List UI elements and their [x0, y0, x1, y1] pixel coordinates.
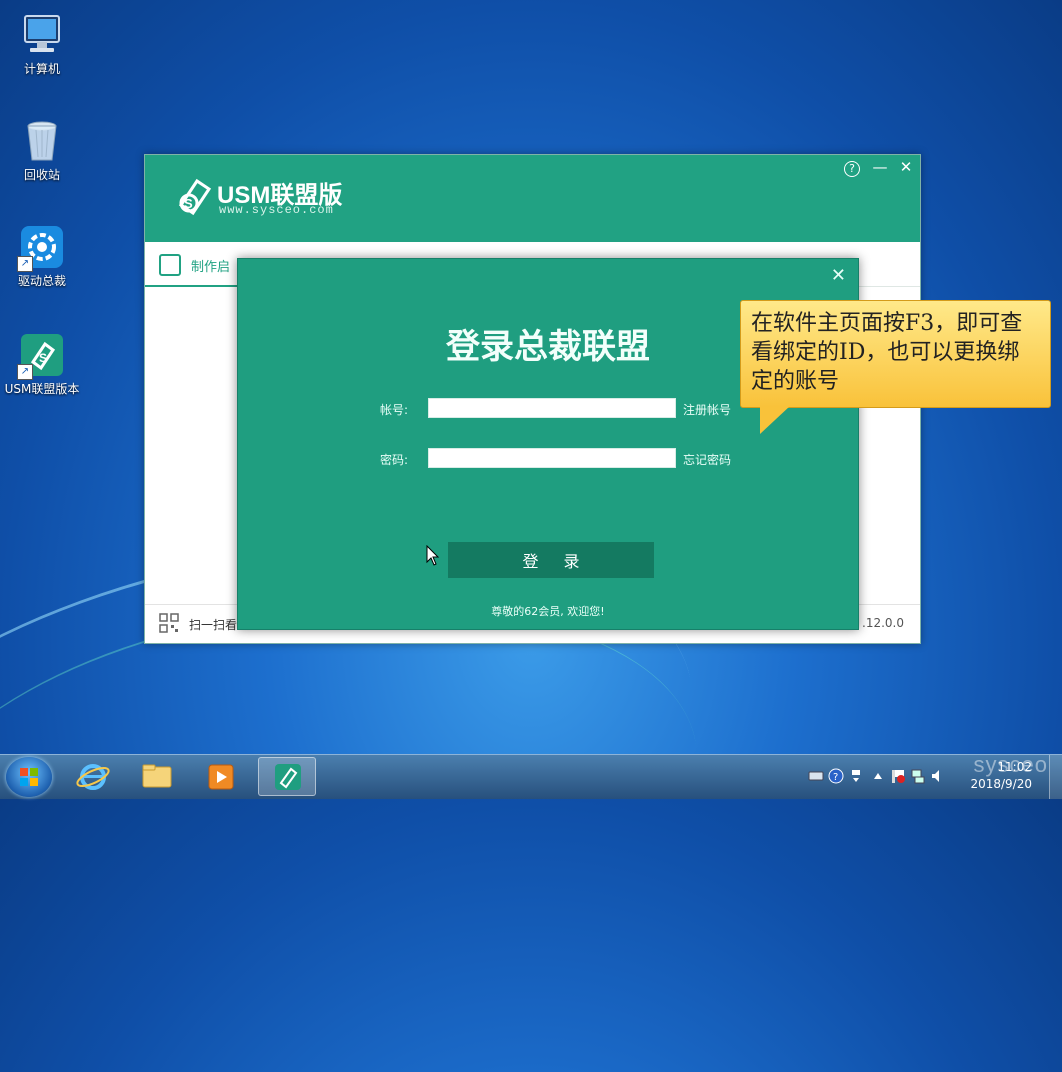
forgot-password-link[interactable]: 忘记密码 — [683, 451, 731, 468]
desktop-icon-label: 驱动总裁 — [17, 274, 66, 288]
show-hidden-icons-icon[interactable] — [870, 768, 886, 784]
internet-explorer-icon — [76, 764, 110, 790]
watermark-text: sysceo — [973, 752, 1048, 777]
usm-icon — [275, 764, 301, 790]
keyboard-icon[interactable] — [808, 768, 824, 784]
account-input[interactable] — [428, 398, 676, 418]
desktop-icon-label: USM联盟版本 — [4, 382, 80, 396]
volume-icon[interactable] — [930, 768, 946, 784]
windows-logo-icon — [20, 768, 38, 786]
driver-tool-icon: ↗ — [17, 224, 65, 272]
qr-code-icon[interactable] — [159, 613, 179, 633]
shortcut-arrow-icon: ↗ — [17, 364, 33, 380]
close-button[interactable]: ✕ — [896, 157, 916, 177]
desktop-icon-label: 计算机 — [23, 62, 60, 76]
tutorial-callout: 在软件主页面按F3，即可查看绑定的ID，也可以更换绑定的账号 — [740, 300, 1051, 408]
taskbar-ie-button[interactable] — [64, 757, 122, 796]
welcome-message: 尊敬的62会员, 欢迎您! — [491, 605, 605, 618]
tab-label: 制作启 — [191, 259, 231, 275]
brand-url: www.sysceo.com — [219, 203, 334, 217]
show-desktop-button[interactable] — [1049, 755, 1062, 799]
desktop-icon-computer[interactable]: 计算机 — [4, 12, 80, 77]
taskbar: ? 11:02 2018/9/20 — [0, 754, 1062, 799]
tab-make-boot[interactable]: 制作启 — [159, 254, 230, 276]
desktop-icon-label: 回收站 — [23, 168, 60, 182]
desktop-icon-usm[interactable]: S ↗ USM联盟版本 — [4, 332, 80, 397]
usm-logo-icon: S — [175, 175, 215, 219]
register-link[interactable]: 注册帐号 — [683, 401, 731, 418]
svg-text:S: S — [39, 351, 47, 365]
help-button[interactable]: ? — [842, 157, 862, 177]
callout-tail — [760, 406, 790, 434]
login-close-button[interactable]: ✕ — [831, 265, 846, 286]
password-input[interactable] — [428, 448, 676, 468]
action-center-flag-icon[interactable] — [890, 768, 906, 784]
desktop-icon-driver-tool[interactable]: ↗ 驱动总裁 — [4, 224, 80, 289]
help-icon: ? — [844, 161, 860, 177]
network-icon[interactable] — [910, 768, 926, 784]
desktop-icon-recycle-bin[interactable]: 回收站 — [4, 118, 80, 183]
password-label: 密码: — [380, 453, 409, 467]
taskbar-media-button[interactable] — [192, 757, 250, 796]
shortcut-arrow-icon: ↗ — [17, 256, 33, 272]
clock-date: 2018/9/20 — [970, 777, 1032, 791]
tab-underline — [145, 285, 245, 287]
scan-label: 扫一扫看 — [189, 618, 238, 632]
language-icon[interactable] — [848, 768, 864, 784]
computer-icon — [19, 12, 65, 58]
taskbar-explorer-button[interactable] — [128, 757, 186, 796]
minimize-button[interactable]: — — [870, 157, 890, 177]
taskbar-usm-button[interactable] — [258, 757, 316, 796]
main-header: S USM联盟版 www.sysceo.com ? — ✕ — [145, 155, 920, 242]
recycle-bin-icon — [19, 118, 65, 164]
account-label: 帐号: — [380, 403, 409, 417]
usm-icon: S ↗ — [17, 332, 65, 380]
media-player-icon — [208, 764, 234, 790]
svg-text:S: S — [184, 196, 193, 211]
login-button[interactable]: 登 录 — [448, 542, 654, 578]
svg-text:?: ? — [833, 772, 838, 783]
folder-icon — [142, 764, 172, 788]
start-button[interactable] — [6, 757, 52, 797]
version-label: .12.0.0 — [862, 616, 904, 630]
help-icon[interactable]: ? — [828, 768, 844, 784]
mouse-cursor-icon — [426, 544, 440, 567]
usb-icon — [159, 254, 181, 276]
